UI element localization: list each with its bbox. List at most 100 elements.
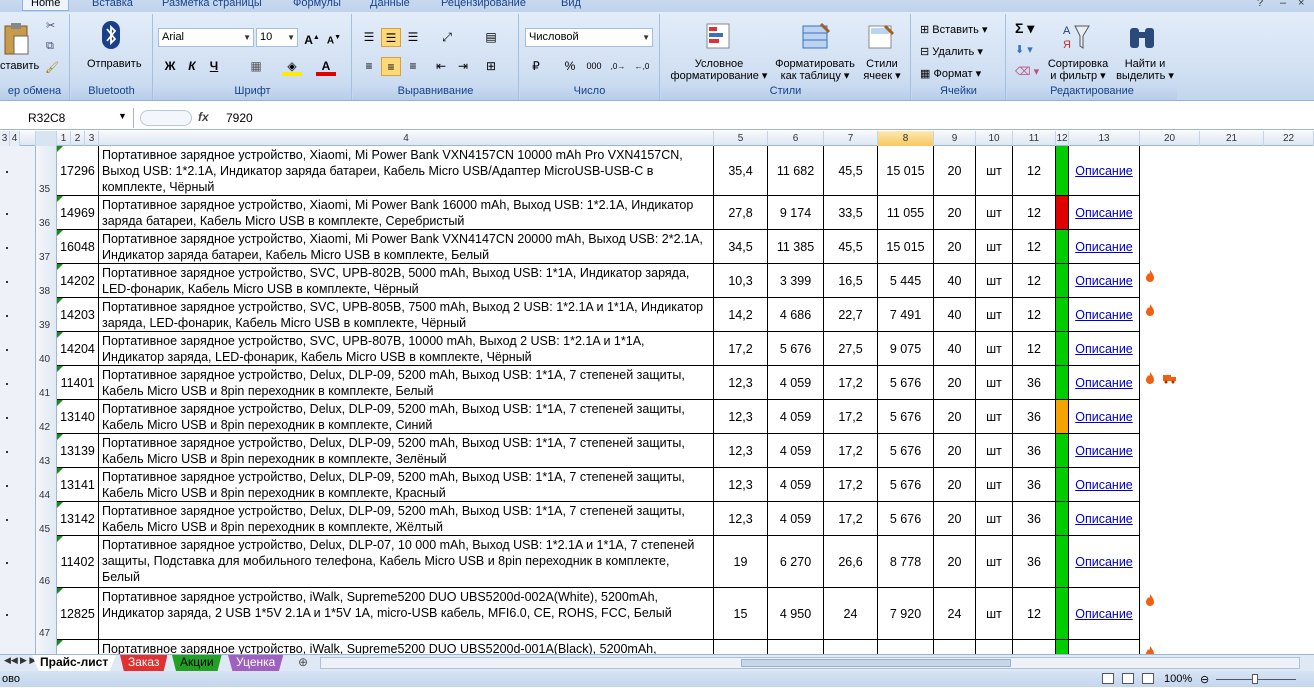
cell-code[interactable]: 13140 bbox=[57, 400, 99, 434]
conditional-format-button[interactable]: Условное форматирование ▾ bbox=[667, 58, 771, 82]
row-header[interactable]: 36 bbox=[36, 196, 57, 230]
decrease-indent-icon[interactable]: ⇤ bbox=[431, 57, 451, 76]
cell-c9[interactable]: 20 bbox=[934, 230, 976, 264]
cell-c5[interactable]: 17,2 bbox=[714, 332, 768, 366]
font-size-combo[interactable]: 10 ▼ bbox=[256, 28, 298, 47]
cell-c7[interactable]: 17,2 bbox=[824, 366, 878, 400]
cell-c11[interactable]: 36 bbox=[1013, 536, 1056, 588]
cell-status-color[interactable] bbox=[1056, 146, 1069, 196]
fill-icon[interactable]: ⬇ ▾ bbox=[1015, 44, 1033, 56]
cell-c10[interactable]: шт bbox=[976, 502, 1013, 536]
cell-c6[interactable]: 4 059 bbox=[768, 366, 824, 400]
col-header[interactable]: 22 bbox=[1264, 131, 1314, 146]
cell-description[interactable]: Портативное зарядное устройство, Xiaomi,… bbox=[99, 146, 714, 196]
cell-description[interactable]: Портативное зарядное устройство, SVC, UP… bbox=[99, 264, 714, 298]
row-header[interactable]: 43 bbox=[36, 434, 57, 468]
col-header[interactable]: 7 bbox=[824, 131, 878, 146]
cell-status-color[interactable] bbox=[1056, 196, 1069, 230]
col-header-selected[interactable]: 8 bbox=[878, 131, 934, 146]
cell-description[interactable]: Портативное зарядное устройство, Delux, … bbox=[99, 502, 714, 536]
col-header[interactable]: 1 bbox=[57, 131, 71, 146]
cell-c8[interactable]: 15 015 bbox=[878, 230, 934, 264]
delete-cells-button[interactable]: ⊟ Удалить ▾ bbox=[920, 46, 983, 58]
cell-c8[interactable]: 7 491 bbox=[878, 298, 934, 332]
format-as-table-button[interactable]: Форматировать как таблицу ▾ bbox=[773, 58, 857, 82]
page-layout-view-icon[interactable] bbox=[1122, 673, 1134, 684]
italic-button[interactable]: К bbox=[182, 57, 202, 76]
format-table-icon[interactable] bbox=[801, 22, 831, 52]
bluetooth-icon[interactable] bbox=[101, 20, 121, 50]
outline-dot[interactable] bbox=[6, 383, 8, 385]
cell-c7[interactable]: 45,5 bbox=[824, 146, 878, 196]
cell-c8[interactable] bbox=[878, 640, 934, 654]
cell-description[interactable]: Портативное зарядное устройство, Xiaomi,… bbox=[99, 230, 714, 264]
cell-c7[interactable]: 17,2 bbox=[824, 502, 878, 536]
cell-code[interactable]: 11401 bbox=[57, 366, 99, 400]
paste-icon[interactable] bbox=[2, 22, 30, 58]
description-link[interactable]: Описание bbox=[1069, 400, 1140, 434]
cell-c7[interactable]: 17,2 bbox=[824, 468, 878, 502]
row-header[interactable]: 46 bbox=[36, 536, 57, 588]
col-header[interactable]: 21 bbox=[1200, 131, 1264, 146]
cell-c5[interactable]: 12,3 bbox=[714, 434, 768, 468]
cell-code[interactable]: 17296 bbox=[57, 146, 99, 196]
cell-status-color[interactable] bbox=[1056, 502, 1069, 536]
cell-description[interactable]: Портативное зарядное устройство, SVC, UP… bbox=[99, 298, 714, 332]
cell-c10[interactable]: шт bbox=[976, 230, 1013, 264]
cell-c6[interactable]: 4 059 bbox=[768, 400, 824, 434]
tab-formulas[interactable]: Формулы bbox=[293, 0, 341, 9]
percent-icon[interactable]: % bbox=[560, 57, 580, 76]
cell-c10[interactable]: шт bbox=[976, 196, 1013, 230]
cell-c11[interactable]: 12 bbox=[1013, 588, 1056, 640]
align-top-icon[interactable]: ☰ bbox=[359, 28, 379, 47]
col-header[interactable]: 10 bbox=[976, 131, 1013, 146]
tab-review[interactable]: Рецензирование bbox=[441, 0, 526, 9]
cell-c7[interactable]: 16,5 bbox=[824, 264, 878, 298]
cell-code[interactable]: 14202 bbox=[57, 264, 99, 298]
cell-status-color[interactable] bbox=[1056, 230, 1069, 264]
select-all-corner[interactable] bbox=[36, 131, 57, 146]
fill-color-icon[interactable]: ◈ bbox=[282, 57, 302, 76]
description-link[interactable]: Описание bbox=[1069, 298, 1140, 332]
cell-c5[interactable]: 15 bbox=[714, 588, 768, 640]
cell-c5[interactable]: 12,3 bbox=[714, 502, 768, 536]
name-box[interactable]: R32C8 bbox=[0, 108, 134, 128]
outline-dot[interactable] bbox=[6, 315, 8, 317]
outline-level-button[interactable]: 4 bbox=[10, 131, 20, 146]
cell-c5[interactable]: 14,2 bbox=[714, 298, 768, 332]
cell-c8[interactable]: 11 055 bbox=[878, 196, 934, 230]
cell-status-color[interactable] bbox=[1056, 434, 1069, 468]
cell-description[interactable]: Портативное зарядное устройство, iWalk, … bbox=[99, 640, 714, 654]
outline-dot[interactable] bbox=[6, 349, 8, 351]
row-header[interactable]: 35 bbox=[36, 146, 57, 196]
cell-c6[interactable]: 6 270 bbox=[768, 536, 824, 588]
cell-c8[interactable]: 5 676 bbox=[878, 468, 934, 502]
cell-c10[interactable]: шт bbox=[976, 468, 1013, 502]
description-link[interactable]: Описание bbox=[1069, 230, 1140, 264]
cell-c10[interactable]: шт bbox=[976, 366, 1013, 400]
cell-c8[interactable]: 5 676 bbox=[878, 366, 934, 400]
binoculars-icon[interactable] bbox=[1127, 22, 1157, 52]
cell-c9[interactable]: 40 bbox=[934, 332, 976, 366]
col-header[interactable]: 6 bbox=[768, 131, 824, 146]
cell-c5[interactable]: 35,4 bbox=[714, 146, 768, 196]
number-format-combo[interactable]: Числовой ▼ bbox=[525, 28, 653, 47]
cell-status-color[interactable] bbox=[1056, 588, 1069, 640]
cell-c8[interactable]: 5 445 bbox=[878, 264, 934, 298]
format-painter-icon[interactable]: 🖌 bbox=[45, 62, 59, 74]
cell-c10[interactable]: шт bbox=[976, 146, 1013, 196]
underline-button[interactable]: Ч bbox=[204, 57, 224, 76]
outline-dot[interactable] bbox=[6, 451, 8, 453]
tab-view[interactable]: Вид bbox=[561, 0, 581, 9]
cell-c11[interactable]: 36 bbox=[1013, 366, 1056, 400]
currency-icon[interactable]: ₽ bbox=[526, 57, 546, 76]
cell-c6[interactable]: 4 059 bbox=[768, 502, 824, 536]
cell-c5[interactable]: 27,8 bbox=[714, 196, 768, 230]
cell-status-color[interactable] bbox=[1056, 536, 1069, 588]
autosum-icon[interactable]: Σ ▾ bbox=[1015, 21, 1034, 35]
normal-view-icon[interactable] bbox=[1102, 673, 1114, 684]
description-link[interactable]: Описание bbox=[1069, 434, 1140, 468]
cell-c8[interactable]: 5 676 bbox=[878, 400, 934, 434]
formula-input[interactable]: 7920 bbox=[226, 108, 253, 128]
description-link[interactable]: Описание bbox=[1069, 468, 1140, 502]
